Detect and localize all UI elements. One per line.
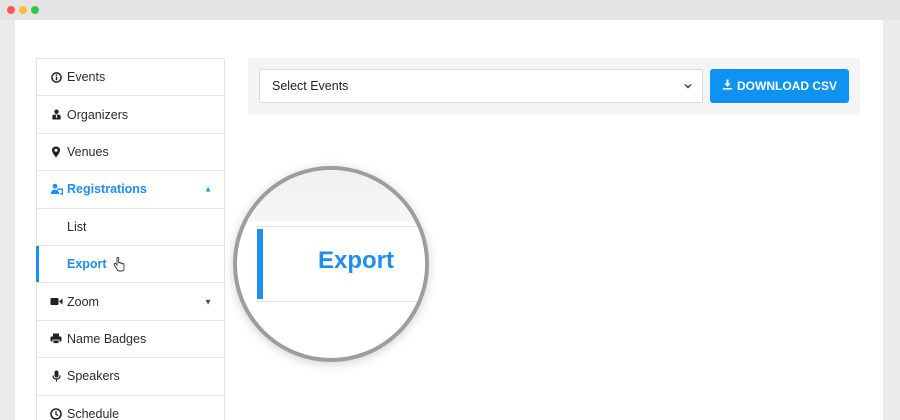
sidebar-subitem-list[interactable]: List [37, 209, 224, 246]
sidebar-item-label: Schedule [67, 406, 120, 420]
microphone-icon [48, 368, 64, 384]
chevron-down-icon: ▼ [204, 297, 212, 307]
select-events-dropdown[interactable]: Select Events [259, 69, 703, 103]
sidebar-item-label: Export [67, 257, 107, 272]
sidebar-item-label: List [67, 219, 87, 234]
sidebar-item-events[interactable]: Events [37, 59, 224, 97]
info-circle-icon [48, 69, 64, 85]
video-camera-icon [48, 294, 64, 310]
map-pin-icon [48, 144, 64, 160]
sidebar-item-schedule[interactable]: Schedule [37, 396, 224, 420]
download-csv-label: DOWNLOAD CSV [737, 79, 837, 93]
select-events-value: Select Events [272, 79, 349, 93]
user-group-icon [48, 181, 64, 197]
close-window-dot[interactable] [7, 6, 15, 14]
page-content: Events Organizers Venues Registrations ▲… [15, 20, 883, 420]
sidebar-item-label: Events [67, 70, 106, 85]
sidebar-item-speakers[interactable]: Speakers [37, 358, 224, 396]
magnified-export-item: Export [257, 226, 425, 302]
sidebar-item-label: Name Badges [67, 331, 147, 346]
sidebar-item-venues[interactable]: Venues [37, 134, 224, 172]
hand-pointer-icon [113, 256, 125, 272]
clock-icon [48, 406, 64, 420]
sidebar-item-label: Venues [67, 144, 109, 159]
maximize-window-dot[interactable] [31, 6, 39, 14]
user-tie-icon [48, 107, 64, 123]
printer-icon [48, 331, 64, 347]
sidebar-item-zoom[interactable]: Zoom ▼ [37, 283, 224, 321]
chevron-down-icon [684, 83, 692, 89]
sidebar-item-label: Organizers [67, 107, 129, 122]
sidebar-item-name-badges[interactable]: Name Badges [37, 321, 224, 359]
export-toolbar: Select Events DOWNLOAD CSV [248, 58, 860, 115]
magnifier-content: Export [237, 170, 425, 358]
sidebar-subitem-export[interactable]: Export [36, 245, 224, 284]
sidebar-item-organizers[interactable]: Organizers [37, 96, 224, 134]
window-titlebar [0, 0, 900, 20]
sidebar-item-label: Zoom [67, 294, 99, 309]
chevron-up-icon: ▲ [204, 184, 212, 194]
sidebar-item-label: Registrations [67, 182, 147, 197]
minimize-window-dot[interactable] [19, 6, 27, 14]
magnifier-shadow-band [237, 170, 425, 222]
sidebar-item-label: Speakers [67, 369, 120, 384]
download-icon [722, 79, 733, 93]
sidebar-menu: Events Organizers Venues Registrations ▲… [36, 58, 225, 420]
magnified-export-label: Export [318, 247, 395, 274]
magnifier-callout: Export [233, 166, 429, 362]
download-csv-button[interactable]: DOWNLOAD CSV [710, 69, 849, 103]
sidebar-item-registrations[interactable]: Registrations ▲ [37, 171, 224, 209]
